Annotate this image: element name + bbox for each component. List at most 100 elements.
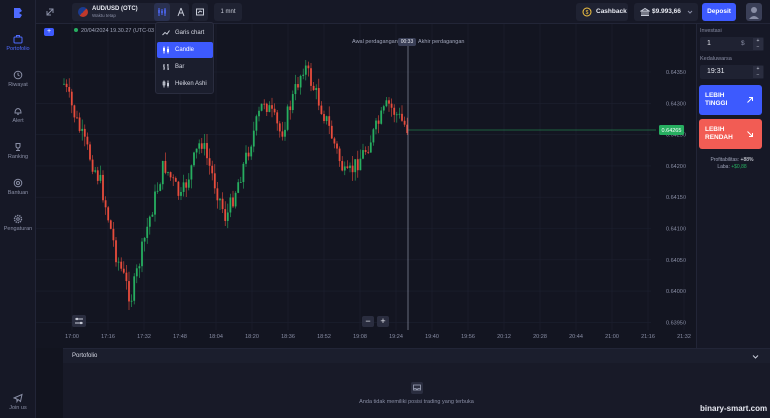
drawing-tools-button[interactable] (173, 3, 189, 21)
logo-icon[interactable] (11, 6, 25, 20)
join-us-label: Join us (9, 405, 27, 411)
candle-body (68, 87, 71, 92)
lower-button[interactable]: LEBIH RENDAH (699, 119, 762, 149)
line-chart-icon (162, 30, 170, 36)
investment-value: 1 (707, 40, 711, 47)
candle-body (81, 128, 84, 131)
candle-body (343, 166, 346, 171)
candle-body (203, 143, 206, 149)
balance-value: $9.993,66 (652, 8, 681, 15)
timeframe-button[interactable]: 1 mnt (214, 3, 242, 21)
candle-body (356, 159, 359, 171)
time-tick-label: 18:20 (245, 334, 259, 340)
candle-body (128, 281, 130, 302)
candle-body (382, 106, 385, 111)
candle-body (362, 150, 364, 159)
candle-body (213, 173, 216, 189)
sidebar-item-portfolio[interactable]: Portofolio (0, 34, 36, 52)
time-tick-label: 17:32 (137, 334, 151, 340)
menu-item-heiken-ashi[interactable]: Heiken Ashi (157, 76, 213, 92)
candle-body (375, 120, 377, 130)
candle-body (78, 117, 81, 131)
candle-body (159, 184, 162, 191)
price-tick-label: 0.64050 (666, 258, 686, 264)
time-tick-label: 17:48 (173, 334, 187, 340)
candle-body (286, 106, 289, 130)
inbox-icon (411, 382, 423, 394)
chevron-down-icon[interactable] (752, 353, 759, 360)
time-tick-label: 19:08 (353, 334, 367, 340)
expiry-label: Kedaluwarsa (700, 56, 732, 62)
lower-label-line2: RENDAH (705, 134, 733, 141)
avatar[interactable] (746, 3, 762, 21)
sidebar-item-label: Ranking (7, 154, 29, 160)
candle-body (70, 91, 73, 106)
candle-body (284, 129, 286, 137)
zoom-in-button[interactable]: + (377, 316, 389, 327)
sidebar-item-label: Riwayat (8, 82, 28, 88)
candle-body (151, 214, 154, 217)
sidebar-item-history[interactable]: Riwayat (0, 70, 36, 88)
sidebar-item-ranking[interactable]: Ranking (0, 142, 36, 160)
candle-body (174, 178, 177, 182)
candle-body (336, 143, 338, 149)
candle-body (109, 220, 112, 229)
join-us-link[interactable]: Join us (0, 393, 36, 411)
time-tick-label: 19:56 (461, 334, 475, 340)
candle-body (310, 68, 312, 86)
higher-button[interactable]: LEBIH TINGGI (699, 85, 762, 115)
add-chart-tab-button[interactable]: + (44, 28, 54, 36)
sidebar-item-alert[interactable]: Alert (0, 106, 36, 124)
aud-usd-flag-icon (78, 7, 88, 17)
menu-item-candle[interactable]: Candle (157, 42, 213, 58)
time-tick-label: 21:32 (677, 334, 691, 340)
deposit-button[interactable]: Deposit (702, 3, 736, 21)
candle-body (143, 237, 146, 242)
time-tick-label: 21:00 (605, 334, 619, 340)
indicators-button[interactable] (192, 3, 208, 21)
chart-settings-button[interactable] (72, 315, 86, 327)
candle-body (398, 113, 401, 115)
balance-selector[interactable]: $9.993,66 (634, 3, 698, 21)
sidebar-item-label: Bantuan (7, 190, 29, 196)
investment-decrease-button[interactable]: − (753, 44, 763, 50)
candle-body (117, 261, 120, 263)
profit-value: +$0,88 (731, 164, 747, 170)
time-tick-label: 17:00 (65, 334, 79, 340)
portfolio-header[interactable]: Portofolio (63, 349, 770, 363)
profitability-label: Profitabilitas: (710, 157, 740, 163)
candle-body (265, 103, 268, 112)
expiry-decrease-button[interactable]: − (753, 72, 763, 78)
menu-item-bar[interactable]: Bar (157, 59, 213, 75)
expiry-field[interactable]: 19:31 + − (700, 65, 764, 79)
chart-type-button[interactable] (154, 3, 170, 21)
chart-area[interactable]: 0.64350 0.64300 0.64250 0.64200 0.64150 0.641… (36, 24, 696, 348)
candle-body (289, 106, 292, 111)
price-tick-label: 0.64300 (666, 101, 686, 107)
candle-body (351, 165, 354, 173)
candle-body (180, 191, 182, 196)
investment-field[interactable]: 1 $ + − (700, 37, 764, 51)
sidebar-item-help[interactable]: Bantuan (0, 178, 36, 196)
candle-body (172, 177, 175, 179)
candle-body (239, 182, 242, 183)
collapse-arrows-icon[interactable] (44, 6, 56, 18)
candle-body (83, 128, 86, 137)
candlestick-chart[interactable]: 0.643500.643000.642500.642000.641500.641… (36, 24, 696, 348)
candle-body (338, 148, 341, 162)
candle-body (107, 207, 110, 221)
candle-body (133, 276, 136, 301)
candle-body (349, 165, 351, 168)
candle-body (195, 148, 198, 153)
status-dot (74, 28, 78, 32)
cashback-button[interactable]: $ Cashback (576, 3, 628, 21)
candle-body (232, 197, 234, 207)
sidebar-item-settings[interactable]: Pengaturan (0, 214, 36, 232)
expiry-value: 19:31 (707, 68, 725, 75)
candle-body (229, 197, 232, 213)
chevron-down-icon (687, 10, 693, 14)
candle-body (333, 138, 336, 144)
menu-item-line-chart[interactable]: Garis chart (157, 25, 213, 41)
zoom-out-button[interactable]: − (362, 316, 374, 327)
candle-body (328, 116, 331, 126)
